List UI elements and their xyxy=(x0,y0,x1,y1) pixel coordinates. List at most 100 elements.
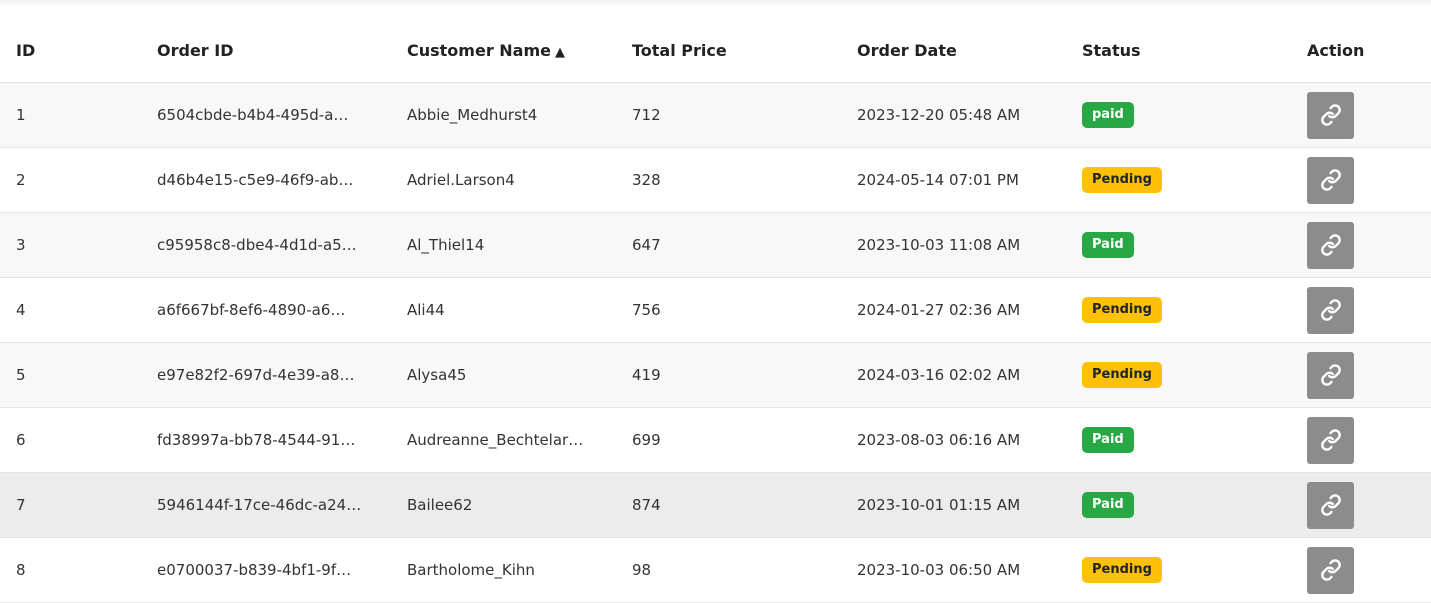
header-action: Action xyxy=(1291,18,1431,83)
view-order-button[interactable] xyxy=(1307,416,1354,464)
status-badge: Pending xyxy=(1082,167,1162,193)
cell-order-date: 2023-12-20 05:48 AM xyxy=(841,82,1066,148)
status-badge: Pending xyxy=(1082,557,1162,583)
cell-action xyxy=(1291,537,1431,603)
table-body: 1 6504cbde-b4b4-495d-a… Abbie_Medhurst4 712… xyxy=(0,82,1431,603)
cell-id: 5 xyxy=(0,342,141,408)
customer-name-text: Bailee62 xyxy=(407,496,473,515)
order-id-text: 5946144f-17ce-46dc-a24… xyxy=(157,496,362,515)
customer-name-text: Alysa45 xyxy=(407,366,467,385)
customer-name-text: Adriel.Larson4 xyxy=(407,171,515,190)
customer-name-text: Bartholome_Kihn xyxy=(407,561,535,580)
view-order-button[interactable] xyxy=(1307,156,1354,204)
cell-customer-name: Audreanne_Bechtelar… xyxy=(391,407,616,473)
header-customer-name[interactable]: Customer Name ▲ xyxy=(391,18,616,83)
cell-customer-name: Bartholome_Kihn xyxy=(391,537,616,603)
cell-action xyxy=(1291,472,1431,538)
orders-table: ID Order ID Customer Name ▲ Total Price O… xyxy=(0,18,1431,603)
cell-order-date: 2024-01-27 02:36 AM xyxy=(841,277,1066,343)
order-id-text: a6f667bf-8ef6-4890-a6… xyxy=(157,301,346,320)
cell-order-id: e97e82f2-697d-4e39-a8… xyxy=(141,342,391,408)
table-row[interactable]: 2 d46b4e15-c5e9-46f9-ab… Adriel.Larson4 328… xyxy=(0,147,1431,213)
table-row[interactable]: 1 6504cbde-b4b4-495d-a… Abbie_Medhurst4 712… xyxy=(0,82,1431,148)
link-icon xyxy=(1320,234,1342,256)
cell-status: Paid xyxy=(1066,407,1291,473)
cell-status: Pending xyxy=(1066,342,1291,408)
table-row[interactable]: 3 c95958c8-dbe4-4d1d-a5… Al_Thiel14 647 2023… xyxy=(0,212,1431,278)
link-icon xyxy=(1320,559,1342,581)
cell-id: 1 xyxy=(0,82,141,148)
view-order-button[interactable] xyxy=(1307,481,1354,529)
cell-total-price: 328 xyxy=(616,147,841,213)
view-order-button[interactable] xyxy=(1307,91,1354,139)
header-status[interactable]: Status xyxy=(1066,18,1291,83)
customer-name-text: Audreanne_Bechtelar… xyxy=(407,431,584,450)
cell-order-id: a6f667bf-8ef6-4890-a6… xyxy=(141,277,391,343)
status-badge: Paid xyxy=(1082,427,1134,453)
view-order-button[interactable] xyxy=(1307,351,1354,399)
link-icon xyxy=(1320,299,1342,321)
view-order-button[interactable] xyxy=(1307,546,1354,594)
link-icon xyxy=(1320,364,1342,386)
table-row[interactable]: 8 e0700037-b839-4bf1-9f… Bartholome_Kihn 98… xyxy=(0,537,1431,603)
table-row[interactable]: 6 fd38997a-bb78-4544-91… Audreanne_Bechtel… xyxy=(0,407,1431,473)
cell-order-id: e0700037-b839-4bf1-9f… xyxy=(141,537,391,603)
cell-customer-name: Adriel.Larson4 xyxy=(391,147,616,213)
cell-id: 8 xyxy=(0,537,141,603)
status-badge: Paid xyxy=(1082,232,1134,258)
link-icon xyxy=(1320,429,1342,451)
cell-id: 6 xyxy=(0,407,141,473)
header-row: ID Order ID Customer Name ▲ Total Price O… xyxy=(0,18,1431,83)
cell-order-id: c95958c8-dbe4-4d1d-a5… xyxy=(141,212,391,278)
header-total-price[interactable]: Total Price xyxy=(616,18,841,83)
top-shadow xyxy=(0,0,1431,8)
cell-order-date: 2023-10-03 06:50 AM xyxy=(841,537,1066,603)
cell-action xyxy=(1291,212,1431,278)
cell-id: 2 xyxy=(0,147,141,213)
cell-action xyxy=(1291,342,1431,408)
order-id-text: c95958c8-dbe4-4d1d-a5… xyxy=(157,236,357,255)
order-id-text: d46b4e15-c5e9-46f9-ab… xyxy=(157,171,354,190)
order-id-text: e97e82f2-697d-4e39-a8… xyxy=(157,366,355,385)
view-order-button[interactable] xyxy=(1307,286,1354,334)
table-row[interactable]: 4 a6f667bf-8ef6-4890-a6… Ali44 756 2024-01-2… xyxy=(0,277,1431,343)
header-order-date[interactable]: Order Date xyxy=(841,18,1066,83)
order-id-text: 6504cbde-b4b4-495d-a… xyxy=(157,106,349,125)
cell-status: Pending xyxy=(1066,277,1291,343)
status-badge: Pending xyxy=(1082,297,1162,323)
link-icon xyxy=(1320,494,1342,516)
cell-action xyxy=(1291,82,1431,148)
link-icon xyxy=(1320,104,1342,126)
cell-customer-name: Al_Thiel14 xyxy=(391,212,616,278)
cell-action xyxy=(1291,407,1431,473)
cell-order-date: 2024-05-14 07:01 PM xyxy=(841,147,1066,213)
order-id-text: e0700037-b839-4bf1-9f… xyxy=(157,561,352,580)
customer-name-text: Abbie_Medhurst4 xyxy=(407,106,538,125)
cell-id: 3 xyxy=(0,212,141,278)
cell-total-price: 756 xyxy=(616,277,841,343)
sort-ascending-icon: ▲ xyxy=(555,44,565,60)
cell-customer-name: Bailee62 xyxy=(391,472,616,538)
header-order-id[interactable]: Order ID xyxy=(141,18,391,83)
cell-order-id: fd38997a-bb78-4544-91… xyxy=(141,407,391,473)
table-header: ID Order ID Customer Name ▲ Total Price O… xyxy=(0,18,1431,83)
header-id[interactable]: ID xyxy=(0,18,141,83)
cell-id: 4 xyxy=(0,277,141,343)
cell-customer-name: Alysa45 xyxy=(391,342,616,408)
cell-status: paid xyxy=(1066,82,1291,148)
cell-status: Pending xyxy=(1066,147,1291,213)
cell-status: Pending xyxy=(1066,537,1291,603)
table-row[interactable]: 7 5946144f-17ce-46dc-a24… Bailee62 874 2023-… xyxy=(0,472,1431,538)
cell-order-id: 6504cbde-b4b4-495d-a… xyxy=(141,82,391,148)
table-row[interactable]: 5 e97e82f2-697d-4e39-a8… Alysa45 419 2024-03… xyxy=(0,342,1431,408)
status-badge: Paid xyxy=(1082,492,1134,518)
cell-order-date: 2023-10-03 11:08 AM xyxy=(841,212,1066,278)
cell-order-date: 2024-03-16 02:02 AM xyxy=(841,342,1066,408)
cell-total-price: 647 xyxy=(616,212,841,278)
view-order-button[interactable] xyxy=(1307,221,1354,269)
cell-order-id: d46b4e15-c5e9-46f9-ab… xyxy=(141,147,391,213)
cell-order-id: 5946144f-17ce-46dc-a24… xyxy=(141,472,391,538)
customer-name-text: Ali44 xyxy=(407,301,445,320)
cell-status: Paid xyxy=(1066,472,1291,538)
cell-order-date: 2023-08-03 06:16 AM xyxy=(841,407,1066,473)
